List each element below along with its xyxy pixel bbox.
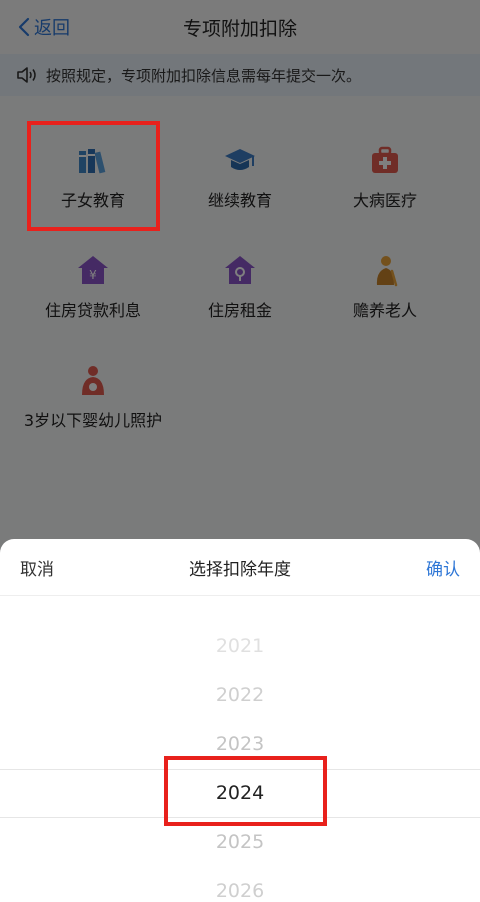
year-option[interactable]: 2023 [0, 733, 480, 755]
year-picker-sheet: 取消 选择扣除年度 确认 2021 2022 2023 2024 2025 20… [0, 539, 480, 902]
confirm-button[interactable]: 确认 [426, 555, 460, 580]
sheet-title: 选择扣除年度 [189, 560, 291, 580]
year-picker[interactable]: 2021 2022 2023 2024 2025 2026 [0, 595, 480, 902]
year-option[interactable]: 2021 [0, 635, 480, 657]
year-option[interactable]: 2022 [0, 684, 480, 706]
highlight-box-year [164, 756, 327, 826]
year-option[interactable]: 2025 [0, 831, 480, 853]
year-option[interactable]: 2026 [0, 880, 480, 902]
sheet-header: 取消 选择扣除年度 确认 [0, 539, 480, 596]
highlight-box-category [27, 121, 160, 231]
